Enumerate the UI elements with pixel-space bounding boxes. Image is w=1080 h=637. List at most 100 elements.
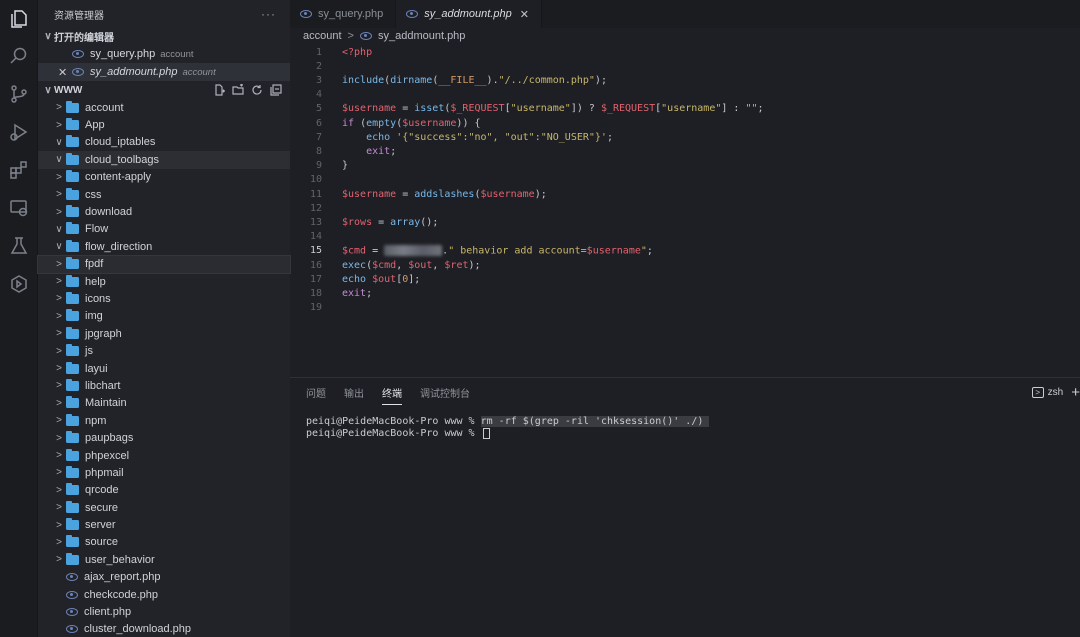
- folder-item[interactable]: ∨ Flow: [38, 221, 290, 238]
- code-editor[interactable]: 1 <?php 2 3 include(dirname(__FILE__)."/../c…: [290, 44, 1080, 376]
- chevron-icon: >: [56, 432, 62, 444]
- close-icon[interactable]: ✕: [520, 8, 529, 21]
- folder-item[interactable]: > account: [38, 99, 290, 116]
- folder-item[interactable]: > js: [38, 342, 290, 359]
- folder-item[interactable]: > Maintain: [38, 395, 290, 412]
- tab-problems[interactable]: 问题: [306, 385, 326, 400]
- workspace-folder-header[interactable]: ∨ WWW: [38, 81, 290, 99]
- folder-item[interactable]: > App: [38, 116, 290, 133]
- tab-sy-query[interactable]: sy_query.php: [290, 0, 397, 28]
- folder-item[interactable]: > libchart: [38, 377, 290, 394]
- folder-item[interactable]: > css: [38, 186, 290, 203]
- code-token: ();: [420, 216, 439, 228]
- breadcrumb-folder[interactable]: account: [303, 30, 342, 42]
- folder-item[interactable]: > fpdf: [37, 254, 291, 274]
- line-number: 18: [309, 287, 322, 299]
- folder-item[interactable]: > phpexcel: [38, 447, 290, 464]
- code-token: ;: [646, 245, 653, 257]
- source-control-icon[interactable]: [8, 83, 30, 105]
- folder-item[interactable]: > source: [38, 534, 290, 551]
- extensions-icon[interactable]: [8, 159, 30, 181]
- code-token: =: [372, 216, 391, 228]
- chevron-icon: >: [56, 171, 62, 183]
- folder-name: libchart: [85, 379, 121, 392]
- tab-terminal[interactable]: 终端: [382, 385, 402, 405]
- folder-item[interactable]: > icons: [38, 290, 290, 307]
- new-folder-icon[interactable]: [231, 84, 244, 97]
- refresh-icon[interactable]: [250, 84, 263, 97]
- breadcrumb-file[interactable]: sy_addmount.php: [378, 30, 465, 42]
- line-number: 8: [315, 145, 322, 157]
- tab-debug-console[interactable]: 调试控制台: [420, 385, 470, 400]
- line-content: echo '{"success":"no", "out":"NO_USER"}'…: [342, 132, 613, 143]
- remote-explorer-icon[interactable]: [8, 197, 30, 219]
- open-editor-item-active[interactable]: ✕ sy_addmount.php account: [38, 63, 290, 81]
- folder-item[interactable]: > npm: [38, 412, 290, 429]
- open-editors-header[interactable]: ∨ 打开的编辑器: [38, 28, 290, 45]
- code-token: );: [468, 259, 481, 271]
- folder-name: content-apply: [85, 171, 152, 184]
- folder-icon: [66, 518, 79, 531]
- tab-output[interactable]: 输出: [344, 385, 364, 400]
- testing-icon[interactable]: [8, 235, 30, 257]
- code-line: 17 echo $out[0];: [290, 272, 420, 286]
- close-icon[interactable]: ✕: [58, 66, 72, 79]
- file-item[interactable]: cluster_download.php: [38, 621, 290, 637]
- folder-name: phpexcel: [85, 449, 130, 462]
- terminal-selector[interactable]: > zsh: [1031, 387, 1063, 398]
- folder-item[interactable]: > layui: [38, 360, 290, 377]
- terminal-output[interactable]: peiqi@PeideMacBook-Pro www % rm -rf $(gr…: [306, 415, 710, 439]
- collapse-all-icon[interactable]: [269, 84, 282, 97]
- folder-icon: [66, 431, 79, 444]
- tab-sy-addmount[interactable]: sy_addmount.php ✕: [396, 0, 542, 28]
- folder-item[interactable]: > download: [38, 203, 290, 220]
- chevron-icon: >: [56, 328, 62, 340]
- new-file-icon[interactable]: [212, 84, 225, 97]
- folder-item[interactable]: > img: [38, 308, 290, 325]
- more-actions-icon[interactable]: ···: [261, 7, 276, 21]
- folder-item[interactable]: > server: [38, 516, 290, 533]
- run-debug-icon[interactable]: [8, 121, 30, 143]
- code-token: ,: [432, 259, 445, 271]
- folder-item[interactable]: > user_behavior: [38, 551, 290, 568]
- breadcrumb-separator: >: [347, 30, 354, 42]
- folder-item[interactable]: > jpgraph: [38, 325, 290, 342]
- line-number: 11: [309, 188, 322, 200]
- code-line: 15 $cmd = ." behavior add account=$userna…: [290, 244, 653, 258]
- folder-item[interactable]: > help: [38, 273, 290, 290]
- explorer-icon[interactable]: [8, 8, 30, 30]
- explorer-title: 资源管理器: [54, 10, 104, 22]
- search-icon[interactable]: [8, 45, 30, 67]
- terminal-prompt: peiqi@PeideMacBook-Pro www %: [306, 427, 481, 439]
- folder-item[interactable]: > phpmail: [38, 464, 290, 481]
- code-token: $cmd: [372, 259, 397, 271]
- code-token: =: [396, 188, 415, 200]
- folder-item[interactable]: ∨ flow_direction: [38, 238, 290, 255]
- folder-item[interactable]: > qrcode: [38, 482, 290, 499]
- deploy-icon[interactable]: [8, 273, 30, 295]
- folder-item[interactable]: > paupbags: [38, 429, 290, 446]
- code-token: exit: [342, 287, 367, 299]
- folder-item[interactable]: ∨ cloud_iptables: [38, 134, 290, 151]
- file-item[interactable]: ajax_report.php: [38, 569, 290, 586]
- code-line: 16 exec($cmd, $out, $ret);: [290, 258, 481, 272]
- open-editor-item[interactable]: sy_query.php account: [38, 45, 290, 63]
- file-item[interactable]: client.php: [38, 603, 290, 620]
- folder-name: source: [85, 536, 119, 549]
- code-token: __FILE__: [438, 74, 487, 86]
- folder-item[interactable]: ∨ cloud_toolbags: [38, 151, 290, 169]
- folder-item[interactable]: > content-apply: [38, 169, 290, 186]
- file-name: cluster_download.php: [84, 623, 192, 636]
- line-number: 1: [315, 46, 322, 58]
- folder-name: server: [85, 519, 116, 532]
- new-terminal-icon[interactable]: +: [1071, 384, 1080, 401]
- folder-item[interactable]: > secure: [38, 499, 290, 516]
- folder-icon: [66, 205, 79, 218]
- code-line: 14: [290, 230, 322, 244]
- code-token: ;: [390, 145, 397, 157]
- line-number: 2: [315, 60, 322, 72]
- open-editor-filename: sy_addmount.php: [90, 66, 178, 78]
- file-item[interactable]: checkcode.php: [38, 586, 290, 603]
- folder-icon: [66, 483, 79, 496]
- line-number: 17: [309, 273, 322, 285]
